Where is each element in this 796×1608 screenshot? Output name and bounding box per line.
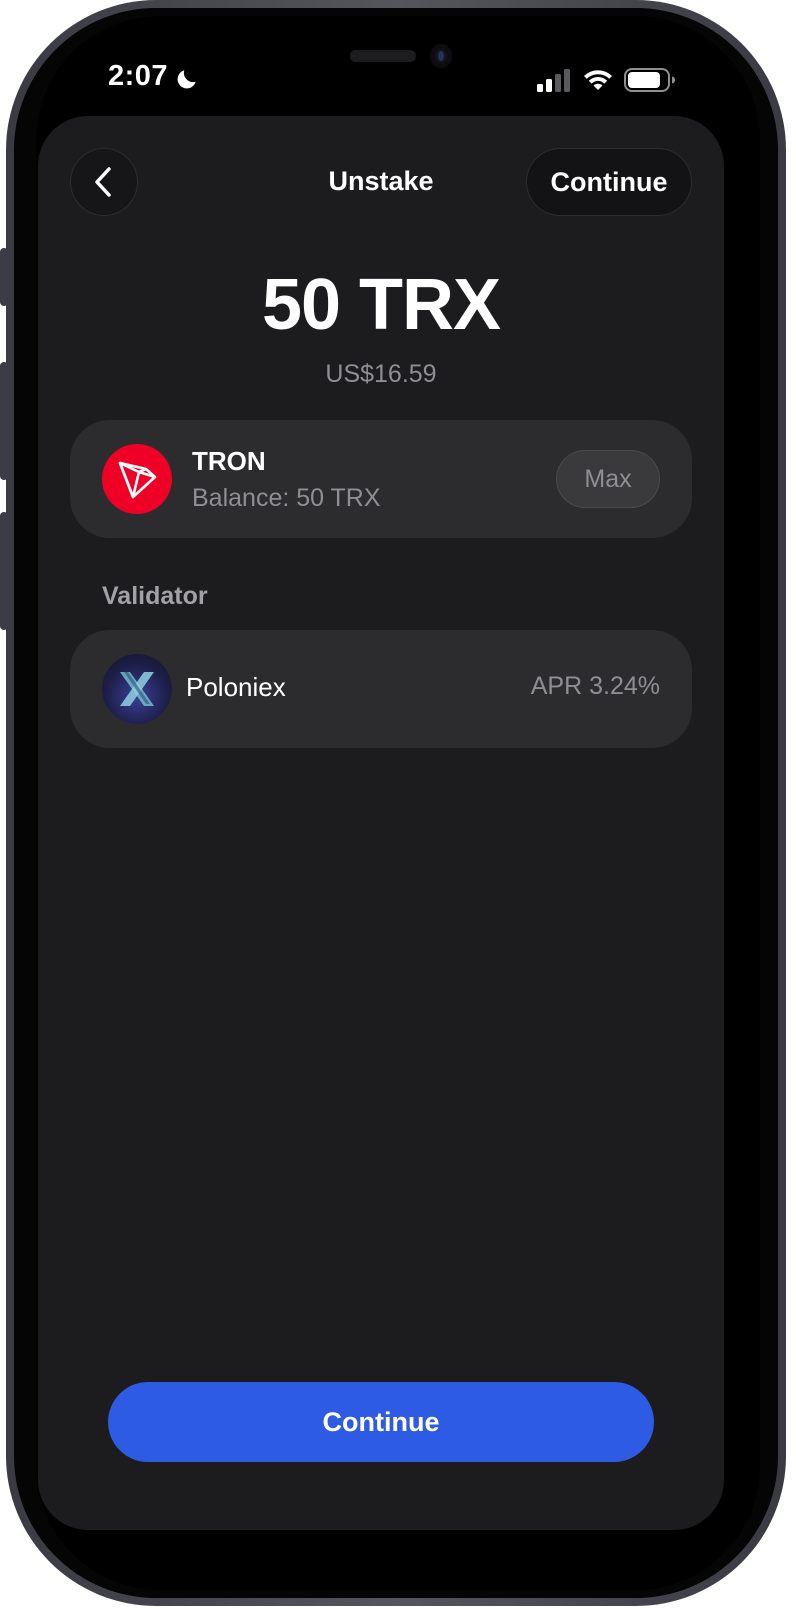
poloniex-logo-icon: [102, 654, 172, 724]
validator-apr: APR 3.24%: [530, 672, 660, 700]
status-time: 2:07: [108, 60, 169, 92]
token-name: TRON: [192, 446, 266, 476]
screen: 2:07 Unstake Continue 50 TRX US$16.59 TR…: [36, 16, 760, 1590]
unstake-sheet: Unstake Continue 50 TRX US$16.59 TRON Ba…: [38, 116, 724, 1530]
status-icons: [536, 68, 676, 92]
moon-icon: [177, 70, 196, 89]
battery-icon: [624, 68, 675, 92]
header-continue-button[interactable]: Continue: [526, 148, 692, 216]
validator-section-label: Validator: [102, 582, 208, 610]
continue-button[interactable]: Continue: [108, 1382, 654, 1462]
front-camera: [430, 44, 452, 68]
max-button[interactable]: Max: [556, 450, 660, 508]
validator-card[interactable]: Poloniex APR 3.24%: [70, 630, 692, 748]
token-balance: Balance: 50 TRX: [192, 484, 381, 512]
fiat-amount: US$16.59: [325, 360, 437, 388]
tron-logo-icon: [102, 444, 172, 514]
silent-switch: [0, 248, 8, 306]
wifi-icon: [584, 70, 612, 90]
token-card[interactable]: TRON Balance: 50 TRX Max: [70, 420, 692, 538]
volume-up-button: [0, 362, 8, 480]
stake-amount[interactable]: 50 TRX: [38, 264, 724, 346]
volume-down-button: [0, 512, 8, 630]
earpiece: [350, 50, 416, 62]
cellular-signal-icon: [537, 69, 570, 92]
validator-name: Poloniex: [186, 672, 286, 702]
